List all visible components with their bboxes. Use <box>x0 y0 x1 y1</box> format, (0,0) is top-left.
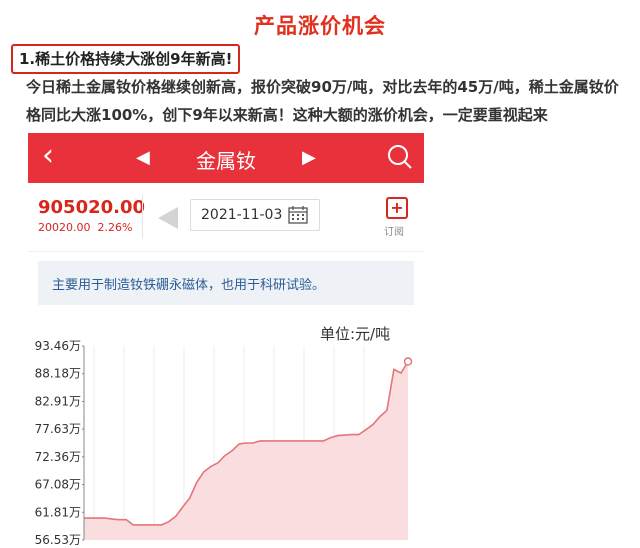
price-area-fill <box>84 361 408 540</box>
data-point <box>330 437 332 439</box>
data-point <box>344 434 346 436</box>
data-point <box>90 517 92 519</box>
data-point <box>393 368 395 370</box>
divider <box>142 195 143 239</box>
subscribe-label: 订阅 <box>384 227 404 238</box>
date-value: 2021-11-03 <box>201 207 283 223</box>
data-point <box>287 440 289 442</box>
price-bar: 905020.00 20020.00 2.26% 2021-11-03 + 订阅 <box>28 183 424 252</box>
y-tick-label: 67.08万 <box>35 478 81 492</box>
y-tick-label: 77.63万 <box>35 422 81 436</box>
search-icon[interactable] <box>386 143 414 171</box>
subscribe-button[interactable]: + 订阅 <box>384 197 408 238</box>
data-point <box>365 429 367 431</box>
data-point <box>118 519 120 521</box>
data-point <box>315 440 317 442</box>
data-point <box>153 524 155 526</box>
data-point <box>217 462 219 464</box>
next-metal-icon[interactable]: ▶ <box>302 147 316 168</box>
article-paragraph: 今日稀土金属钕价格继续创新高，报价突破90万/吨，对比去年的45万/吨，稀土金属… <box>26 78 619 124</box>
data-point <box>97 517 99 519</box>
calendar-icon[interactable] <box>288 206 308 224</box>
data-point <box>259 440 261 442</box>
date-picker[interactable]: 2021-11-03 <box>190 199 320 231</box>
data-point <box>224 455 226 457</box>
prev-date-icon[interactable] <box>158 207 178 229</box>
y-tick-label: 88.18万 <box>35 367 81 381</box>
data-point <box>238 443 240 445</box>
data-point <box>252 442 254 444</box>
price-chart: 93.46万 88.18万 82.91万 77.63万 72.36万 67.08万 61.8… <box>35 339 413 547</box>
article-title: 产品涨价机会 <box>254 14 386 38</box>
data-point <box>245 442 247 444</box>
data-point <box>132 524 134 526</box>
data-point <box>146 524 148 526</box>
info-text: 主要用于制造钕铁硼永磁体，也用于科研试验。 <box>52 278 326 293</box>
data-point <box>111 518 113 520</box>
price-change: 20020.00 2.26% <box>38 221 132 234</box>
data-point <box>266 440 268 442</box>
data-point <box>294 440 296 442</box>
data-point <box>372 424 374 426</box>
data-point <box>189 497 191 499</box>
data-point <box>358 434 360 436</box>
data-point <box>203 471 205 473</box>
data-point <box>379 416 381 418</box>
data-point <box>125 519 127 521</box>
article-subhead: 1.稀土价格持续大涨创9年新高! <box>11 44 241 74</box>
latest-point <box>403 357 413 366</box>
data-point <box>175 516 177 518</box>
data-point <box>280 440 282 442</box>
y-tick-label: 56.53万 <box>35 533 81 547</box>
data-point <box>104 517 106 519</box>
plus-icon: + <box>386 197 408 219</box>
data-point <box>400 372 402 374</box>
y-tick-label: 61.81万 <box>35 505 81 519</box>
y-tick-label: 82.91万 <box>35 394 81 408</box>
data-point <box>231 450 233 452</box>
current-price: 905020.00 <box>38 197 146 218</box>
change-value: 20020.00 <box>38 221 91 234</box>
y-tick-label: 72.36万 <box>35 450 81 464</box>
data-point <box>322 440 324 442</box>
app-topbar: ‹ ◀ 金属钕 ▶ <box>28 133 424 183</box>
nav-title: 金属钕 <box>196 149 256 173</box>
data-point <box>351 434 353 436</box>
data-point <box>301 440 303 442</box>
y-tick-label: 93.46万 <box>35 339 81 353</box>
data-point <box>160 524 162 526</box>
data-point <box>210 466 212 468</box>
data-point <box>308 440 310 442</box>
info-box: 主要用于制造钕铁硼永磁体，也用于科研试验。 <box>38 261 414 305</box>
data-point <box>386 409 388 411</box>
data-point <box>337 435 339 437</box>
change-percent: 2.26% <box>97 221 133 234</box>
data-point <box>182 506 184 508</box>
data-point <box>196 481 198 483</box>
data-point <box>168 521 170 523</box>
data-point <box>273 440 275 442</box>
data-point <box>139 524 141 526</box>
